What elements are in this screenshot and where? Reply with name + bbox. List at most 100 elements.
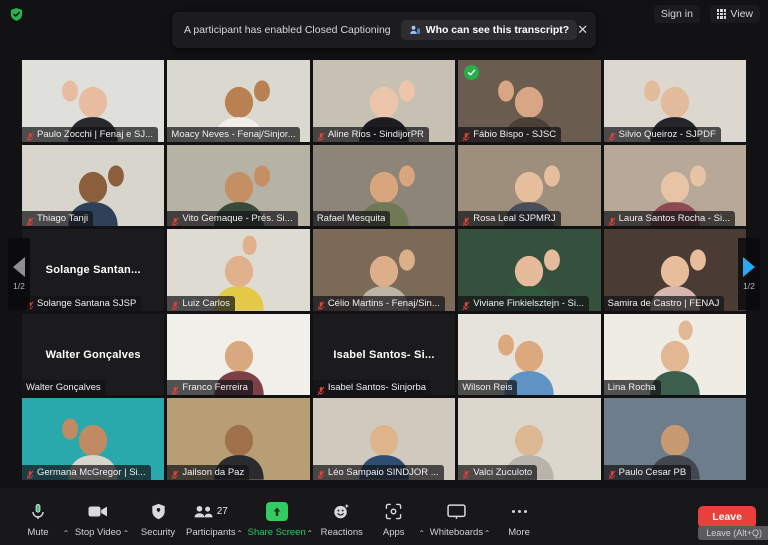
participant-name-bar: Jailson da Paz [167,464,250,480]
toolbar-more-button[interactable]: More [493,496,545,538]
participant-tile[interactable]: Rosa Leal SJPMRJ [458,144,601,227]
toolbar-control-group: Reactions [316,496,368,538]
next-page-button[interactable]: 1/2 [738,238,760,310]
toolbar-apps-button[interactable]: Apps [368,496,420,538]
participant-tile[interactable]: Valci Zuculoto [458,398,601,480]
toolbar-control-group: Stop Video ⌃ [72,496,132,538]
previous-page-button[interactable]: 1/2 [8,238,30,310]
toolbar-stop-video-button[interactable]: Stop Video [72,496,124,538]
toolbar-share-screen-button[interactable]: Share Screen [246,496,308,538]
gallery-row: Solange Santan... Solange Santana SJSP Lui… [22,229,747,311]
participant-tile[interactable]: Germana McGregor | Si... [22,398,165,480]
participant-name: Isabel Santos- Sinjorba [327,382,427,394]
participant-tile[interactable]: Walter Gonçalves Walter Gonçalves [22,313,165,396]
participant-tile[interactable]: Rafael Mesquita [312,144,456,227]
participant-name: Rafael Mesquita [316,213,386,225]
participant-name: Rosa Leal SJPMRJ [473,213,556,225]
toolbar-item-label: Security [140,526,176,538]
participant-name-bar: Laura Santos Rocha - Si... [603,211,736,227]
participant-tile[interactable]: Fábio Bispo - SJSC [458,60,601,142]
muted-microphone-icon [608,129,616,142]
participant-tile[interactable]: Wilson Reis [458,313,601,396]
participant-tile[interactable]: Moacy Neves - Fenaj/Sinjor... [167,60,310,142]
participant-name-bar: Vito Gemaque - Prés. Si... [167,211,298,227]
muted-microphone-icon [26,214,34,226]
toolbar-reactions-button[interactable]: Reactions [316,496,368,538]
notification-message: A participant has enabled Closed Caption… [184,24,391,36]
participant-tile[interactable]: Paulo Cesar PB [603,398,747,480]
muted-microphone-icon [462,467,470,480]
leave-shortcut-tooltip: Leave (Alt+Q) [698,525,768,540]
participant-tile[interactable]: Jailson da Paz [167,398,310,480]
participant-name: Silvio Queiroz - SJPDF [618,128,716,140]
muted-microphone-icon [608,467,616,480]
toolbar-control-group: Mute ⌃ [12,496,72,538]
toolbar-participants-button[interactable]: 27 Participants [184,496,238,538]
participant-name: Wilson Reis [462,382,513,394]
ellipsis-icon [511,502,527,522]
participant-tile[interactable]: Thiago Tanji [22,144,165,227]
ellipsis-icon [511,510,527,513]
participant-tile[interactable]: Célio Martins - Fenaj/Sin... [312,229,456,311]
muted-microphone-icon [317,467,325,480]
participant-tile[interactable]: Léo Sampaio SINDJOR ... [312,398,456,480]
participant-tile[interactable]: Isabel Santos- Si... Isabel Santos- Sinjo… [312,313,456,396]
participant-name-bar: Viviane Finkielsztejn - Si... [458,295,589,311]
participant-tile[interactable]: Laura Santos Rocha - Si... [603,144,747,227]
participant-name-bar: Léo Sampaio SINDJOR ... [312,464,444,480]
toolbar-item-label: Reactions [320,526,363,538]
muted-microphone-icon [608,214,616,226]
toolbar-control-group: Whiteboards ⌃ [428,496,493,538]
participant-tile[interactable]: Paulo Zocchi | Fenaj e SJ... [22,60,165,142]
participant-name-bar: Thiago Tanji [22,211,94,227]
gallery-row: Walter Gonçalves Walter Gonçalves Franco F… [22,313,747,396]
leave-button[interactable]: Leave [698,505,756,528]
leave-area: Leave Leave (Alt+Q) [698,505,768,540]
muted-microphone-icon [171,383,179,396]
who-can-see-transcript-button[interactable]: Who can see this transcript? [400,20,578,40]
toolbar-mute-button[interactable]: Mute [12,496,64,538]
participant-name: Lina Rocha [607,382,656,394]
chevron-right-icon [743,257,755,277]
who-can-see-transcript-label: Who can see this transcript? [425,24,570,36]
participant-tile[interactable]: Silvio Queiroz - SJPDF [603,60,747,142]
toolbar-security-button[interactable]: Security [132,496,184,538]
participant-tile[interactable]: Viviane Finkielsztejn - Si... [458,229,601,311]
muted-microphone-icon [462,214,470,226]
sign-in-button[interactable]: Sign in [653,5,700,23]
person-info-icon [409,25,420,34]
view-button[interactable]: View [709,5,760,23]
participant-name-bar: Luiz Carlos [167,295,235,311]
participant-tile[interactable]: Luiz Carlos [167,229,310,311]
participant-name: Moacy Neves - Fenaj/Sinjor... [171,128,296,140]
muted-microphone-icon [317,383,325,396]
participant-name-bar: Moacy Neves - Fenaj/Sinjor... [167,126,301,142]
participant-name: Thiago Tanji [37,213,89,225]
toolbar-control-group: 27 Participants ⌃ [184,496,246,538]
meeting-controls-toolbar: Mute ⌃ Stop Video ⌃ Security 27 Participants ⌃ S… [0,488,768,545]
people-icon: 27 [194,502,228,522]
toolbar-control-group: Apps ⌃ [368,496,428,538]
muted-microphone-icon [462,298,470,311]
smiley-icon [333,502,350,522]
participant-name: Vito Gemaque - Prés. Si... [182,213,293,225]
close-icon[interactable]: ✕ [577,22,588,38]
participant-name: Franco Ferreira [182,382,248,394]
participant-tile[interactable]: Aline Rios - SindijorPR [312,60,456,142]
participant-tile[interactable]: Franco Ferreira [167,313,310,396]
page-indicator-right: 1/2 [743,281,755,291]
zoom-meeting-window: Sign in View A participant has enabled C… [0,0,768,545]
participant-name: Samira de Castro | FENAJ [607,297,720,309]
muted-microphone-icon [171,214,179,226]
gallery-row: Paulo Zocchi | Fenaj e SJ... Moacy Neves … [22,60,747,142]
participant-name: Walter Gonçalves [26,382,101,394]
participant-tile[interactable]: Solange Santan... Solange Santana SJSP [22,229,165,311]
view-label: View [730,8,753,20]
participant-tile[interactable]: Vito Gemaque - Prés. Si... [167,144,310,227]
participant-tile[interactable]: Lina Rocha [603,313,747,396]
top-bar-actions: Sign in View [653,5,760,23]
participant-name: Germana McGregor | Si... [37,466,146,478]
participant-tile[interactable]: Samira de Castro | FENAJ [603,229,747,311]
muted-microphone-icon [317,129,325,142]
toolbar-whiteboards-button[interactable]: Whiteboards [428,496,485,538]
